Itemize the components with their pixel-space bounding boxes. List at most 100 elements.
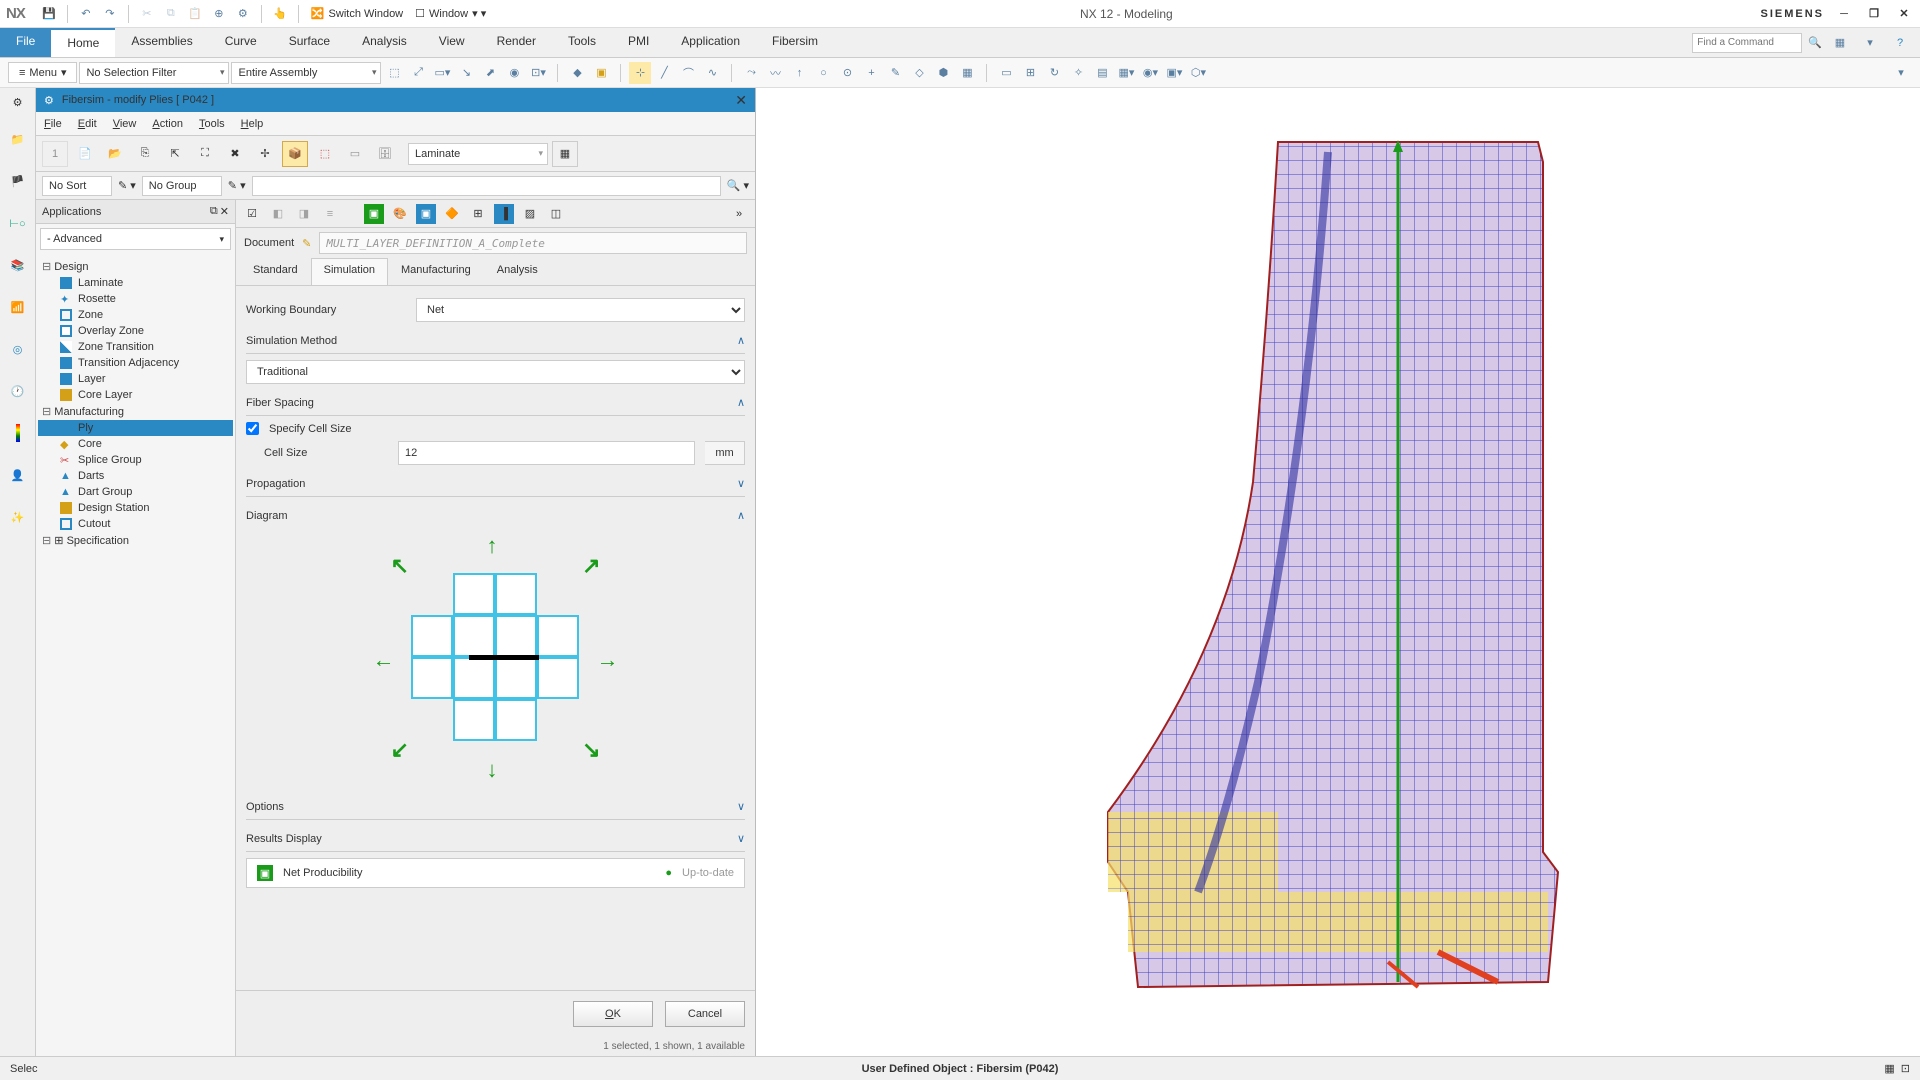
db-icon[interactable]: 🗄 [372,141,398,167]
cancel-button[interactable]: Cancel [665,1001,745,1027]
menu-edit[interactable]: Edit [78,118,97,130]
tree-item-overlay[interactable]: Overlay Zone [38,323,233,339]
section-options[interactable]: Options∨ [246,794,745,820]
restore-button[interactable]: ❐ [1864,6,1884,22]
tree-item-splice[interactable]: ✂Splice Group [38,452,233,468]
plus-icon[interactable]: + [860,62,882,84]
diamond-icon[interactable]: ◇ [908,62,930,84]
tree-specification[interactable]: ⊞ Specification [38,532,233,549]
gear-icon[interactable]: ⚙ [13,96,23,109]
open-icon[interactable]: 📂 [102,141,128,167]
tree-item-layer[interactable]: Layer [38,371,233,387]
tool-icon[interactable]: ▭ [995,62,1017,84]
close-icon[interactable]: ✕ [220,205,229,218]
circle-icon[interactable]: ○ [812,62,834,84]
specify-cell-checkbox[interactable] [246,422,259,435]
touch-icon[interactable]: 👆 [270,4,290,24]
tool-icon[interactable]: ⤢ [407,62,429,84]
nav-icon[interactable]: ⊢○ [6,211,30,235]
tree-item-ply[interactable]: Ply [38,420,233,436]
clock-icon[interactable]: 🕐 [6,379,30,403]
copy-icon[interactable]: ⧉ [161,4,181,24]
tool-icon[interactable]: ▦▾ [1115,62,1137,84]
tb-icon[interactable]: ▣ [416,204,436,224]
sim-method-select[interactable]: Traditional [246,360,745,384]
tree-manufacturing[interactable]: Manufacturing [38,403,233,420]
ribbon-tab-home[interactable]: Home [51,28,115,57]
help-icon[interactable]: ? [1890,33,1910,53]
ribbon-tab-pmi[interactable]: PMI [612,28,665,57]
tool-icon[interactable]: ⬡▾ [1187,62,1209,84]
tb-icon[interactable]: ⛶ [192,141,218,167]
tb-icon[interactable]: ◫ [546,204,566,224]
working-boundary-select[interactable]: Net [416,298,745,322]
selection-filter-combo[interactable]: No Selection Filter [79,62,229,84]
minimize-button[interactable]: ─ [1834,6,1854,22]
tb-icon[interactable]: 1 [42,141,68,167]
tool-icon[interactable]: ⊹ [629,62,651,84]
cube-icon[interactable]: ⬢ [932,62,954,84]
nav-icon[interactable] [6,421,30,445]
overflow-icon[interactable]: ▾ [1890,62,1912,84]
nav-icon[interactable]: 🏴 [6,169,30,193]
tb-icon[interactable]: ▦ [552,141,578,167]
menu-button[interactable]: ≡ Menu ▾ [8,62,77,83]
tb-icon[interactable]: ▣ [364,204,384,224]
tool-icon[interactable]: ⊞ [1019,62,1041,84]
target-icon[interactable]: ⊕ [209,4,229,24]
tree-item-darts[interactable]: ▲Darts [38,468,233,484]
command-search-input[interactable] [1692,33,1802,53]
tb-icon[interactable]: ⇱ [162,141,188,167]
tb-icon[interactable]: ▐ [494,204,514,224]
tool-icon[interactable]: ✧ [1067,62,1089,84]
box-outline-icon[interactable]: ⬚ [312,141,338,167]
save-icon[interactable]: 💾 [39,4,59,24]
tool-icon[interactable]: ◉▾ [1139,62,1161,84]
line-icon[interactable]: ╱ [653,62,675,84]
section-fiber-spacing[interactable]: Fiber Spacing∧ [246,390,745,416]
menu-view[interactable]: View [113,118,137,130]
tb-icon[interactable]: ⊞ [468,204,488,224]
cut-icon[interactable]: ✂ [137,4,157,24]
arc-icon[interactable]: ⌒ [677,62,699,84]
menu-action[interactable]: Action [152,118,183,130]
section-diagram[interactable]: Diagram∧ [246,503,745,528]
tb-icon[interactable]: ▭ [342,141,368,167]
apps-mode-combo[interactable]: - Advanced [40,228,231,250]
cube-icon[interactable]: ▣ [590,62,612,84]
delete-icon[interactable]: ✖ [222,141,248,167]
ribbon-tab-fibersim[interactable]: Fibersim [756,28,834,57]
close-icon[interactable]: ✕ [735,92,747,109]
tool-icon[interactable]: ▭▾ [431,62,453,84]
gear-icon[interactable]: ⚙ [233,4,253,24]
tree-item-core[interactable]: ◆Core [38,436,233,452]
tree-item-zonetrans[interactable]: Zone Transition [38,339,233,355]
tool-icon[interactable]: 〰 [764,62,786,84]
tb-icon[interactable]: ◧ [268,204,288,224]
laminate-combo[interactable]: Laminate [408,143,548,165]
nav-icon[interactable]: 📶 [6,295,30,319]
edit-icon[interactable]: ✎ ▾ [118,179,136,192]
ribbon-tab-application[interactable]: Application [665,28,756,57]
ribbon-tab-curve[interactable]: Curve [209,28,273,57]
tree-item-dartgrp[interactable]: ▲Dart Group [38,484,233,500]
tab-standard[interactable]: Standard [240,258,311,285]
tool-icon[interactable]: ✎ [884,62,906,84]
tree-item-laminate[interactable]: Laminate [38,275,233,291]
tb-icon[interactable]: ◨ [294,204,314,224]
grid-icon[interactable]: ▦ [956,62,978,84]
tree-item-designstn[interactable]: Design Station [38,500,233,516]
ribbon-tab-surface[interactable]: Surface [273,28,346,57]
check-icon[interactable]: ☑ [242,204,262,224]
tool-icon[interactable]: ▤ [1091,62,1113,84]
tool-icon[interactable]: ◉ [503,62,525,84]
assembly-combo[interactable]: Entire Assembly [231,62,381,84]
tb-icon[interactable]: ≡ [320,204,340,224]
undo-icon[interactable]: ↶ [76,4,96,24]
ribbon-tab-file[interactable]: File [0,28,51,57]
redo-icon[interactable]: ↷ [100,4,120,24]
nav-icon[interactable]: ✨ [6,505,30,529]
ribbon-tab-view[interactable]: View [423,28,481,57]
menu-help[interactable]: Help [241,118,264,130]
ribbon-tab-render[interactable]: Render [481,28,552,57]
